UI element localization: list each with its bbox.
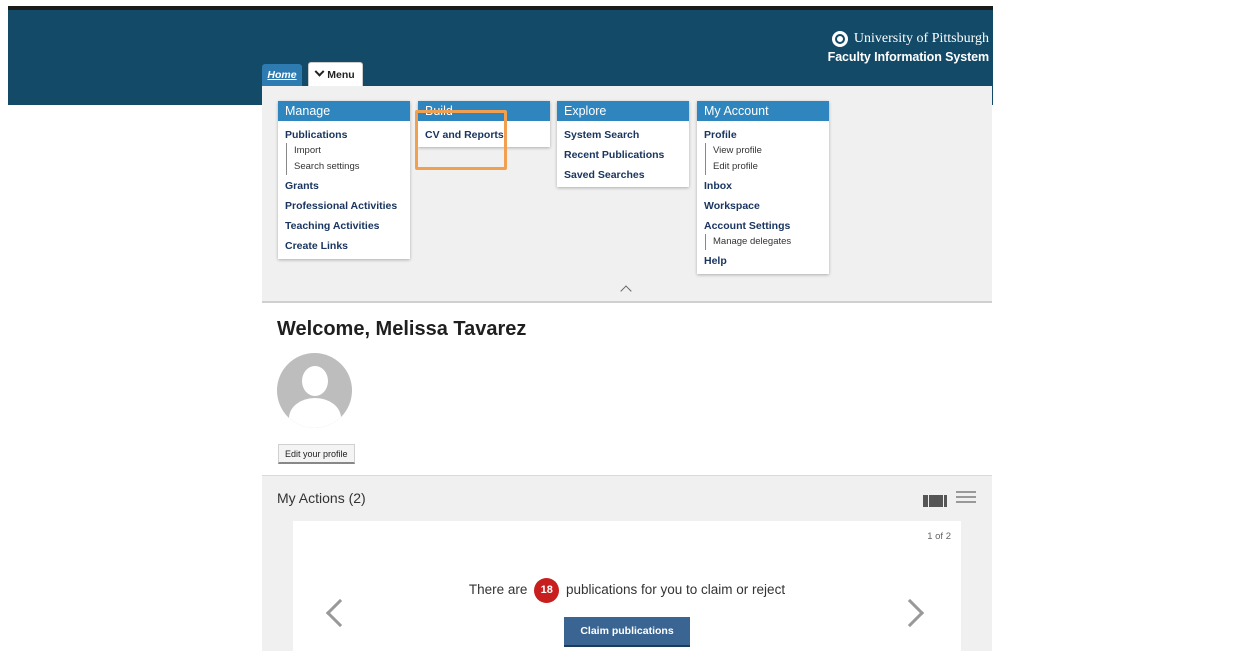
menu-item-recent-publications[interactable]: Recent Publications <box>564 145 682 165</box>
avatar <box>277 353 352 428</box>
menu-item-publications[interactable]: Publications <box>285 125 403 145</box>
menu-item-help[interactable]: Help <box>704 251 822 271</box>
tab-menu[interactable]: Menu <box>308 62 363 86</box>
menu-item-teaching-activities[interactable]: Teaching Activities <box>285 216 403 236</box>
action-text-before: There are <box>468 582 528 598</box>
publication-count-badge: 18 <box>534 578 560 603</box>
menu-item-edit-profile[interactable]: Edit profile <box>713 159 822 175</box>
menu-item-professional-activities[interactable]: Professional Activities <box>285 196 403 216</box>
chevron-down-icon <box>314 66 325 77</box>
brand: University of Pittsburgh Faculty Informa… <box>828 31 989 64</box>
tile-view-icon[interactable] <box>923 492 947 510</box>
system-name: Faculty Information System <box>827 50 989 64</box>
menu-item-system-search[interactable]: System Search <box>564 125 682 145</box>
menu-column-explore: Explore System Search Recent Publication… <box>557 101 689 187</box>
avatar-shoulders <box>289 398 341 428</box>
menu-heading-my-account: My Account <box>697 101 829 121</box>
menu-item-profile[interactable]: Profile <box>704 125 822 145</box>
menu-item-grants[interactable]: Grants <box>285 176 403 196</box>
actions-title: My Actions (2) <box>277 490 366 506</box>
menu-item-manage-delegates[interactable]: Manage delegates <box>713 234 822 250</box>
claim-publications-button[interactable]: Claim publications <box>564 617 690 647</box>
list-view-icon[interactable] <box>956 491 976 506</box>
menu-item-workspace[interactable]: Workspace <box>704 196 822 216</box>
menu-heading-manage: Manage <box>278 101 410 121</box>
tab-menu-label: Menu <box>327 68 355 81</box>
menu-item-search-settings[interactable]: Search settings <box>294 159 403 175</box>
menu-item-account-settings[interactable]: Account Settings <box>704 216 822 236</box>
action-text-after: publications for you to claim or reject <box>565 582 786 598</box>
edit-profile-button[interactable]: Edit your profile <box>278 444 355 464</box>
menu-item-saved-searches[interactable]: Saved Searches <box>564 165 682 185</box>
menu-item-create-links[interactable]: Create Links <box>285 236 403 256</box>
menu-column-my-account: My Account Profile View profile Edit pro… <box>697 101 829 274</box>
menu-heading-explore: Explore <box>557 101 689 121</box>
menu-column-manage: Manage Publications Import Search settin… <box>278 101 410 259</box>
university-seal-icon <box>831 31 848 47</box>
menu-item-import[interactable]: Import <box>294 143 403 159</box>
avatar-head <box>302 366 328 396</box>
welcome-title: Welcome, Melissa Tavarez <box>277 318 527 340</box>
highlight-box <box>415 110 507 170</box>
top-border <box>0 0 1246 10</box>
action-message: There are 18 publications for you to cla… <box>293 578 961 603</box>
university-name: University of Pittsburgh <box>828 31 989 47</box>
action-card: 1 of 2 There are 18 publications for you… <box>293 521 961 651</box>
card-pager: 1 of 2 <box>927 531 951 542</box>
tab-home[interactable]: Home <box>262 64 302 86</box>
menu-item-inbox[interactable]: Inbox <box>704 176 822 196</box>
menu-item-view-profile[interactable]: View profile <box>713 143 822 159</box>
